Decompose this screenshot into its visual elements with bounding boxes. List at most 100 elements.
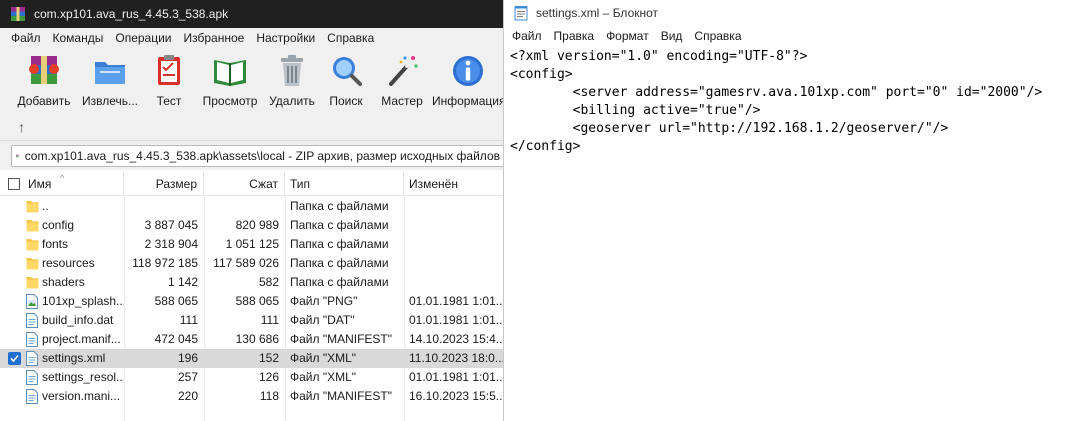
table-row[interactable]: .. Папка с файлами [0,197,503,216]
cell-size: 118 972 185 [132,256,198,270]
table-row[interactable]: project.manif... 472 045 130 686 Файл "MANI… [0,330,503,349]
file-list: Имя ^ Размер Сжат Тип Изменён .. Папка с … [0,170,503,421]
menu-favorites[interactable]: Избранное [178,31,251,45]
info-button[interactable]: Информация [432,52,503,110]
cell-packed: 582 [258,275,279,289]
menu-help[interactable]: Справка [321,31,380,45]
menu-operations[interactable]: Операции [109,31,177,45]
cell-type: Файл "XML" [290,370,357,384]
extract-icon [95,62,125,84]
cell-type: Файл "DAT" [290,313,355,327]
cell-type: Файл "PNG" [290,294,358,308]
archive-path-field[interactable]: com.xp101.ava_rus_4.45.3_538.apk\assets\… [11,145,503,167]
find-button[interactable]: Поиск [322,52,370,110]
find-label: Поиск [329,94,363,108]
cell-size: 196 [177,351,198,365]
menu-settings[interactable]: Настройки [250,31,321,45]
cell-type: Папка с файлами [290,199,389,213]
archiver-titlebar[interactable]: com.xp101.ava_rus_4.45.3_538.apk [0,0,503,28]
delete-button[interactable]: Удалить [266,52,318,110]
add-button[interactable]: Добавить [14,52,74,110]
column-name[interactable]: Имя ^ [0,172,124,196]
cell-size: 257 [177,370,198,384]
cell-modified [404,235,503,254]
np-menu-format[interactable]: Формат [600,29,655,43]
notepad-menubar: Файл Правка Формат Вид Справка [504,26,1068,46]
file-list-header: Имя ^ Размер Сжат Тип Изменён [0,172,503,196]
cell-packed: 1 051 125 [225,237,279,251]
test-label: Тест [156,94,182,108]
file-icon [26,313,38,328]
column-type[interactable]: Тип [285,172,404,196]
file-icon [26,370,38,385]
cell-name: 101xp_splash... [42,294,124,308]
view-button[interactable]: Просмотр [198,52,262,110]
extract-label: Извлечь... [81,94,138,108]
column-packed[interactable]: Сжат [204,172,285,196]
column-modified[interactable]: Изменён [404,172,503,196]
cell-packed [204,197,285,216]
extract-button[interactable]: Извлечь... [78,52,142,110]
notepad-titlebar[interactable]: settings.xml – Блокнот [504,0,1068,26]
archiver-path-bar: com.xp101.ava_rus_4.45.3_538.apk\assets\… [0,140,503,170]
cell-modified: 16.10.2023 15:5... [409,389,503,403]
row-checkbox[interactable] [8,352,21,365]
folder-icon [26,199,39,214]
cell-packed: 130 686 [235,332,279,346]
column-size[interactable]: Размер [124,172,204,196]
table-row[interactable]: fonts 2 318 904 1 051 125 Папка с файлами [0,235,503,254]
cell-size: 1 142 [167,275,198,289]
notepad-title: settings.xml – Блокнот [536,6,659,20]
test-button[interactable]: Тест [146,52,192,110]
delete-label: Удалить [269,94,315,108]
cell-name: fonts [42,237,69,251]
archiver-toolbar: Добавить Извлечь... Тест Просмотр Удалит… [0,48,503,116]
notepad-editor[interactable]: <?xml version="1.0" encoding="UTF-8"?> <… [504,46,1068,421]
up-arrow-icon[interactable]: ↑ [18,119,25,135]
find-icon [333,57,362,86]
archive-path-text: com.xp101.ava_rus_4.45.3_538.apk\assets\… [24,149,503,163]
cell-name: settings_resol... [42,370,124,384]
cell-modified: 11.10.2023 18:0... [409,351,503,365]
cell-name: build_info.dat [42,313,114,327]
table-row[interactable]: resources 118 972 185 117 589 026 Папка с ф… [0,254,503,273]
cell-modified: 01.01.1981 1:01... [409,370,503,384]
wizard-button[interactable]: Мастер [376,52,428,110]
table-row[interactable]: config 3 887 045 820 989 Папка с файлами [0,216,503,235]
archiver-nav-row: ↑ [0,116,503,140]
cell-modified: 14.10.2023 15:4... [409,332,503,346]
table-row[interactable]: settings.xml 196 152 Файл "XML" 11.10.2023 1… [0,349,503,368]
test-icon [158,55,180,85]
cell-packed: 111 [260,313,279,327]
notepad-app-icon [514,6,528,21]
cell-type: Папка с файлами [290,237,389,251]
cell-type: Файл "MANIFEST" [290,332,393,346]
menu-file[interactable]: Файл [5,31,47,45]
np-menu-view[interactable]: Вид [655,29,689,43]
cell-packed: 152 [258,351,279,365]
add-label: Добавить [17,94,71,108]
np-menu-help[interactable]: Справка [688,29,747,43]
archive-icon [16,154,19,158]
table-row[interactable]: shaders 1 142 582 Папка с файлами [0,273,503,292]
cell-packed: 588 065 [235,294,279,308]
notepad-text-content[interactable]: <?xml version="1.0" encoding="UTF-8"?> <… [510,48,1042,156]
table-row[interactable]: 101xp_splash... 588 065 588 065 Файл "PNG" 0… [0,292,503,311]
cell-size: 588 065 [154,294,198,308]
cell-modified [404,273,503,292]
wizard-icon [389,56,418,86]
cell-modified [404,254,503,273]
np-menu-file[interactable]: Файл [506,29,548,43]
cell-type: Папка с файлами [290,256,389,270]
info-label: Информация [432,94,503,108]
table-row[interactable]: version.mani... 220 118 Файл "MANIFEST" 16.1… [0,387,503,406]
menu-commands[interactable]: Команды [47,31,110,45]
folder-icon [26,275,39,290]
cell-type: Файл "MANIFEST" [290,389,393,403]
cell-modified [404,216,503,235]
table-row[interactable]: build_info.dat 111 111 Файл "DAT" 01.01.1981… [0,311,503,330]
cell-name: .. [42,199,49,213]
np-menu-edit[interactable]: Правка [548,29,601,43]
cell-name: project.manif... [42,332,121,346]
table-row[interactable]: settings_resol... 257 126 Файл "XML" 01.01.1… [0,368,503,387]
